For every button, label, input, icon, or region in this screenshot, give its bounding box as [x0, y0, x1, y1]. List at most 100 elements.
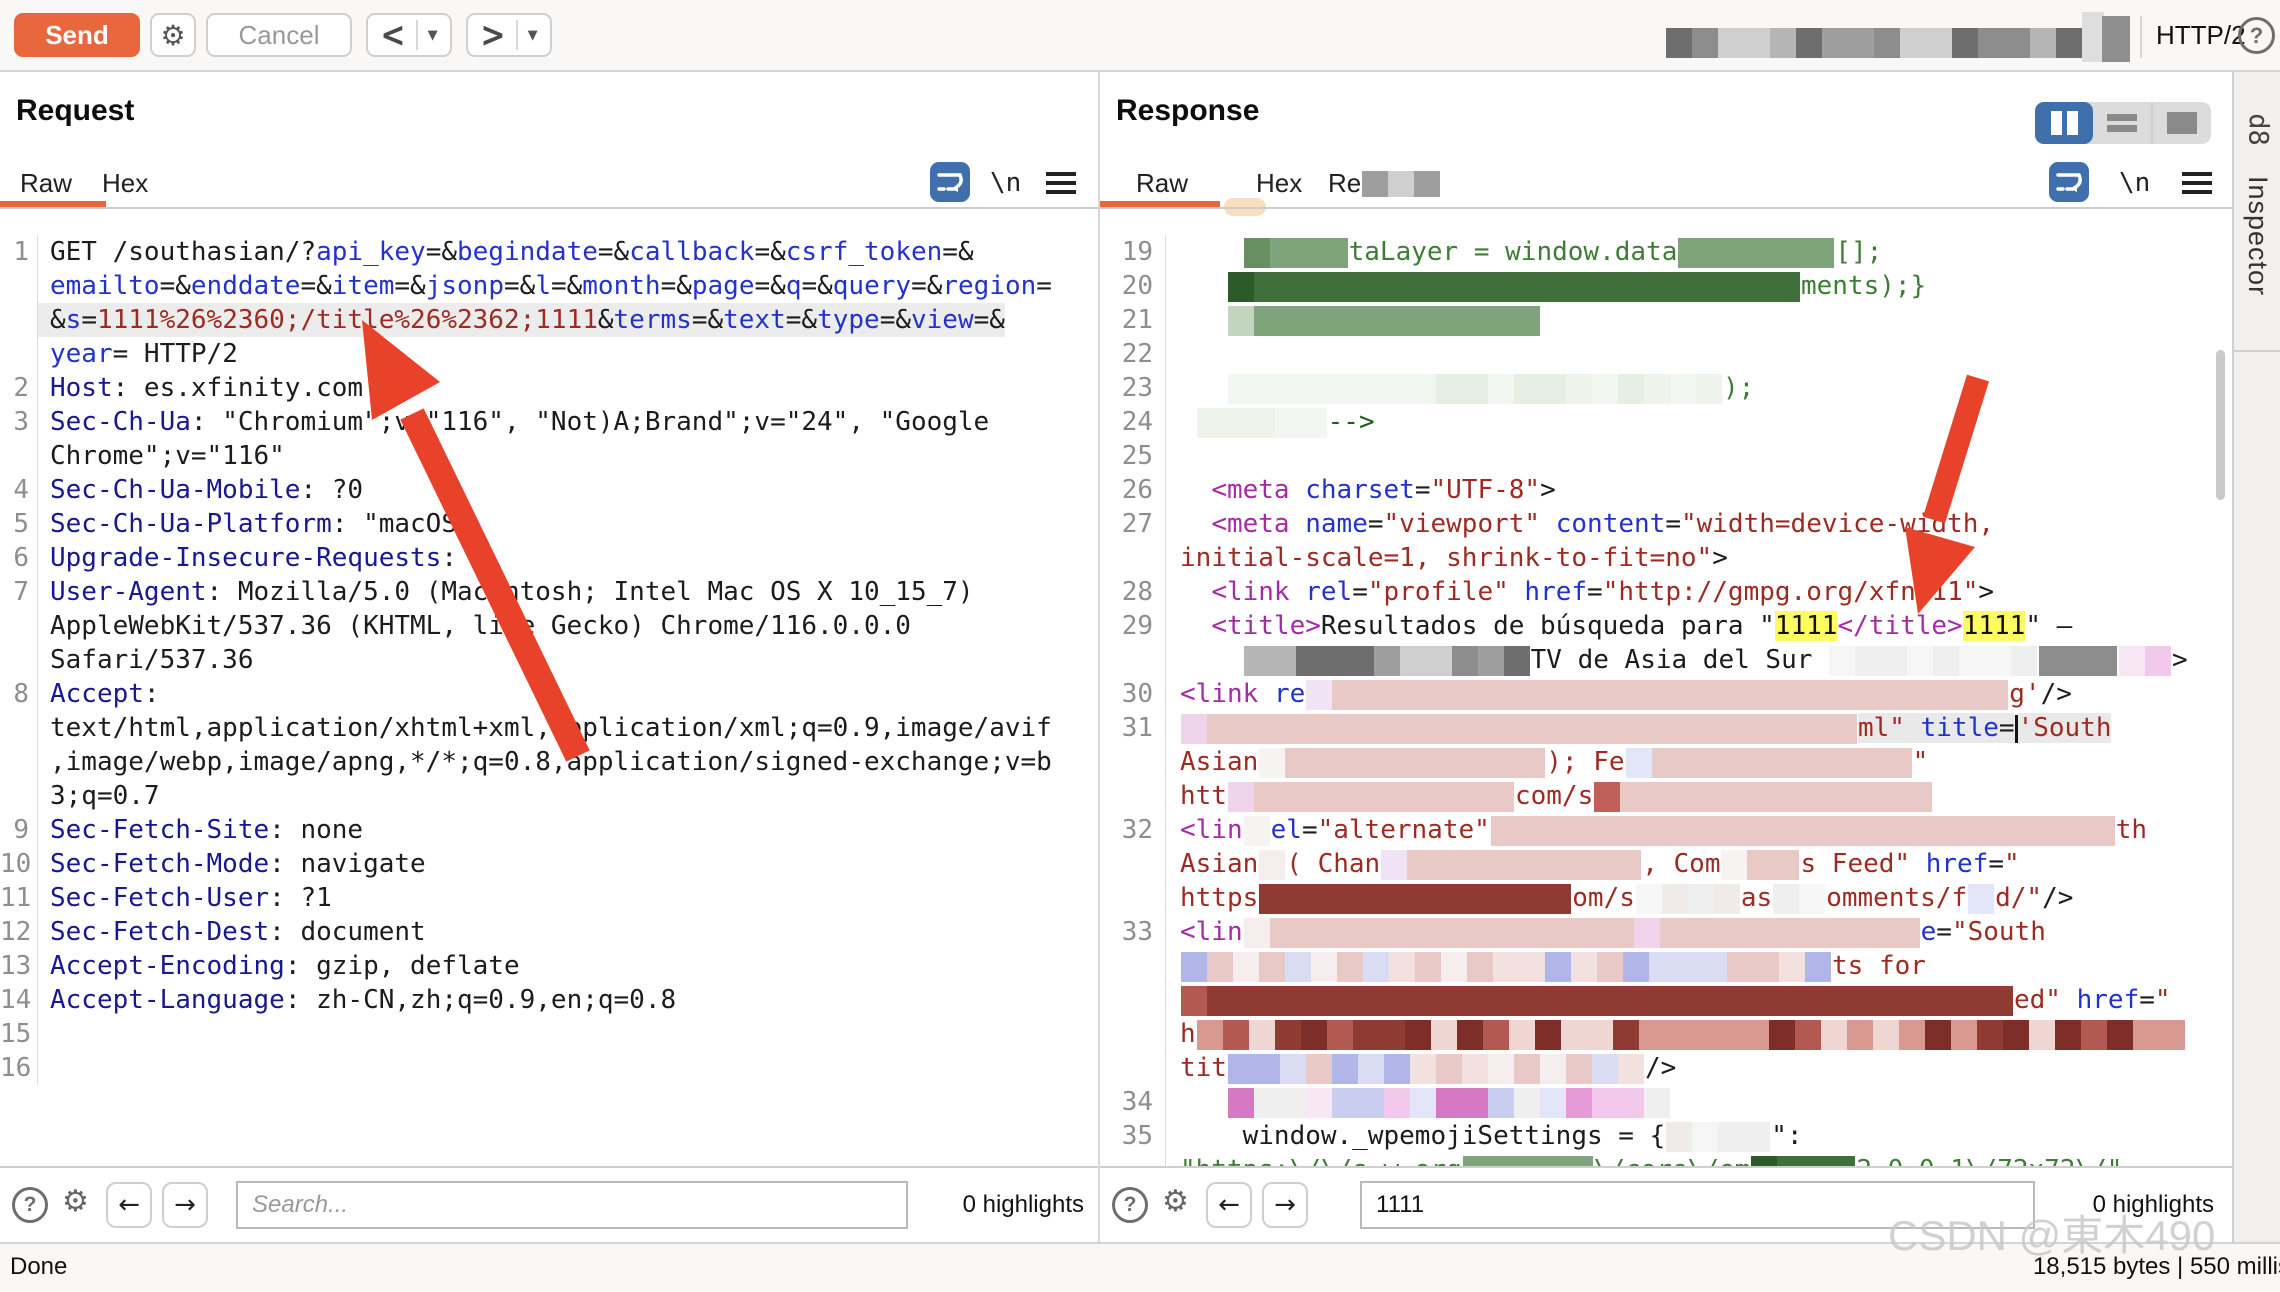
code-line[interactable]: 21 [1100, 303, 2232, 337]
newline-toggle-icon[interactable]: \n [990, 168, 1021, 198]
code-line[interactable]: Safari/537.36 [0, 643, 1098, 677]
response-metrics: 18,515 bytes | 550 millis [2033, 1244, 2280, 1290]
inspector-label[interactable]: Inspector [2242, 176, 2273, 296]
code-line[interactable]: 3;q=0.7 [0, 779, 1098, 813]
request-editor[interactable]: 1GET /southasian/?api_key=&begindate=&ca… [0, 209, 1098, 1168]
code-line[interactable]: ts for [1100, 949, 2232, 983]
code-line[interactable]: 12Sec-Fetch-Dest: document [0, 915, 1098, 949]
search-prev-button[interactable]: ← [1206, 1182, 1252, 1228]
search-prev-button[interactable]: ← [106, 1182, 152, 1228]
line-number: 35 [1100, 1119, 1166, 1153]
code-line[interactable]: 25 [1100, 439, 2232, 473]
code-line[interactable]: 20 ments);} [1100, 269, 2232, 303]
line-number: 33 [1100, 915, 1166, 949]
highlights-count: 0 highlights [2093, 1168, 2214, 1242]
search-input[interactable] [1360, 1181, 2035, 1229]
inspector-sidebar[interactable]: d8 Inspector [2232, 70, 2280, 1242]
request-settings-button[interactable]: ⚙ [150, 13, 196, 57]
code-line[interactable]: 9Sec-Fetch-Site: none [0, 813, 1098, 847]
inspector-icon: d8 [2243, 110, 2274, 150]
active-tab-underline [0, 201, 106, 207]
code-line[interactable]: tit/> [1100, 1051, 2232, 1085]
code-line[interactable]: AppleWebKit/537.36 (KHTML, like Gecko) C… [0, 609, 1098, 643]
code-line[interactable]: 33<line="South [1100, 915, 2232, 949]
code-line[interactable]: 19 taLayer = window.data[]; [1100, 235, 2232, 269]
code-line[interactable]: 35 window._wpemojiSettings = {": [1100, 1119, 2232, 1153]
code-line[interactable]: 32<linel="alternate"th [1100, 813, 2232, 847]
http-version-label[interactable]: HTTP/2 [2156, 0, 2246, 70]
code-line[interactable]: initial-scale=1, shrink-to-fit=no"> [1100, 541, 2232, 575]
code-line[interactable]: 22 [1100, 337, 2232, 371]
help-icon[interactable]: ? [1112, 1187, 1148, 1223]
code-line[interactable]: &s=1111%26%2360;/title%26%2362;1111&term… [0, 303, 1098, 337]
code-line[interactable]: Chrome";v="116" [0, 439, 1098, 473]
send-button[interactable]: Send [14, 13, 140, 57]
gear-icon[interactable]: ⚙ [1162, 1184, 1189, 1219]
gear-icon[interactable]: ⚙ [62, 1184, 89, 1219]
response-editor[interactable]: 19 taLayer = window.data[];20 ments);}21… [1100, 209, 2232, 1168]
code-line[interactable]: 24 --> [1100, 405, 2232, 439]
code-line[interactable]: 16 [0, 1051, 1098, 1085]
newline-toggle-icon[interactable]: \n [2119, 168, 2150, 198]
response-tab-render[interactable]: Re [1328, 168, 1441, 199]
code-line[interactable]: 13Accept-Encoding: gzip, deflate [0, 949, 1098, 983]
code-line[interactable]: Asian); Fe" [1100, 745, 2232, 779]
code-line[interactable]: httcom/s [1100, 779, 2232, 813]
code-line[interactable]: 14Accept-Language: zh-CN,zh;q=0.9,en;q=0… [0, 983, 1098, 1017]
word-wrap-icon[interactable] [2049, 162, 2089, 202]
menu-icon[interactable] [1046, 172, 1076, 199]
line-number [1100, 847, 1166, 881]
code-line[interactable]: 11Sec-Fetch-User: ?1 [0, 881, 1098, 915]
code-line[interactable]: emailto=&enddate=&item=&jsonp=&l=&month=… [0, 269, 1098, 303]
code-line[interactable]: 23 ); [1100, 371, 2232, 405]
scrollbar-thumb[interactable] [2216, 350, 2225, 500]
code-line[interactable]: 30<link reg'/> [1100, 677, 2232, 711]
redacted-block [1362, 171, 1440, 197]
code-line[interactable]: 31ml" title='South [1100, 711, 2232, 745]
code-line[interactable]: 10Sec-Fetch-Mode: navigate [0, 847, 1098, 881]
code-line[interactable]: h [1100, 1017, 2232, 1051]
code-line[interactable]: 6Upgrade-Insecure-Requests: 1 [0, 541, 1098, 575]
code-line[interactable]: text/html,application/xhtml+xml,applicat… [0, 711, 1098, 745]
code-line[interactable]: ed" href=" [1100, 983, 2232, 1017]
code-line[interactable]: 29 <title>Resultados de búsqueda para "1… [1100, 609, 2232, 643]
history-forward-button[interactable]: > ▼ [466, 13, 552, 57]
menu-icon[interactable] [2182, 172, 2212, 199]
code-line[interactable]: 26 <meta charset="UTF-8"> [1100, 473, 2232, 507]
code-line[interactable]: 2Host: es.xfinity.com [0, 371, 1098, 405]
code-line[interactable]: httpsom/sasomments/fd/"/> [1100, 881, 2232, 915]
search-input[interactable] [236, 1181, 908, 1229]
layout-columns-button[interactable] [2035, 102, 2093, 144]
request-tab-hex[interactable]: Hex [102, 168, 148, 199]
code-line[interactable]: 28 <link rel="profile" href="http://gmpg… [1100, 575, 2232, 609]
search-next-button[interactable]: → [162, 1182, 208, 1228]
word-wrap-icon[interactable] [930, 162, 970, 202]
code-line[interactable]: 8Accept: [0, 677, 1098, 711]
code-line[interactable]: 27 <meta name="viewport" content="width=… [1100, 507, 2232, 541]
request-tab-raw[interactable]: Raw [20, 168, 72, 199]
history-back-button[interactable]: < ▼ [366, 13, 452, 57]
help-icon[interactable]: ? [2238, 17, 2275, 54]
response-tab-raw[interactable]: Raw [1136, 168, 1188, 199]
code-line[interactable]: 5Sec-Ch-Ua-Platform: "macOS" [0, 507, 1098, 541]
status-text: Done [10, 1244, 67, 1290]
code-line[interactable]: 3Sec-Ch-Ua: "Chromium";v="116", "Not)A;B… [0, 405, 1098, 439]
code-line[interactable]: 15 [0, 1017, 1098, 1051]
code-line[interactable]: ,image/webp,image/apng,*/*;q=0.8,applica… [0, 745, 1098, 779]
code-line[interactable]: Asian( Chan, Coms Feed" href=" [1100, 847, 2232, 881]
help-icon[interactable]: ? [12, 1187, 48, 1223]
cancel-button[interactable]: Cancel [206, 13, 352, 57]
layout-rows-button[interactable] [2093, 102, 2153, 144]
code-line[interactable]: year= HTTP/2 [0, 337, 1098, 371]
chevron-down-icon[interactable]: ▼ [428, 28, 438, 43]
code-line[interactable]: 7User-Agent: Mozilla/5.0 (Macintosh; Int… [0, 575, 1098, 609]
code-line[interactable]: 1GET /southasian/?api_key=&begindate=&ca… [0, 235, 1098, 269]
code-line[interactable]: TV de Asia del Sur > [1100, 643, 2232, 677]
chevron-down-icon[interactable]: ▼ [528, 28, 538, 43]
layout-single-button[interactable] [2153, 102, 2211, 144]
search-next-button[interactable]: → [1262, 1182, 1308, 1228]
code-line[interactable]: 34 [1100, 1085, 2232, 1119]
code-line[interactable]: 4Sec-Ch-Ua-Mobile: ?0 [0, 473, 1098, 507]
response-tab-hex[interactable]: Hex [1256, 168, 1302, 199]
divider [416, 20, 418, 50]
